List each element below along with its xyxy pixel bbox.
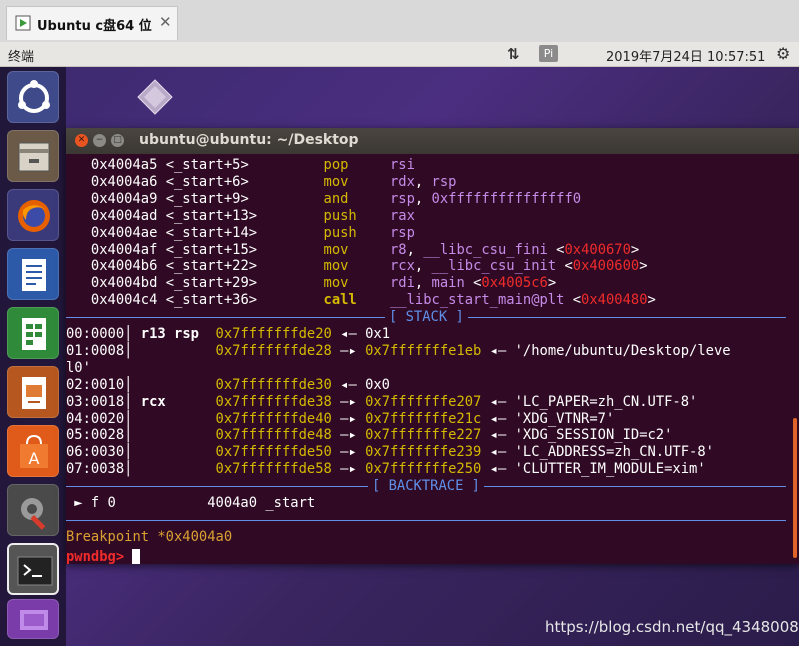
close-icon[interactable]: ✕ — [75, 134, 88, 147]
stack-line: 07:0038│ 0x7fffffffde58 —▸ 0x7fffffffe25… — [66, 461, 706, 478]
terminal-scrollbar[interactable] — [793, 418, 797, 558]
launcher-writer-button[interactable] — [7, 248, 59, 300]
firefox-icon — [18, 200, 50, 232]
disasm-line: 0x4004a6 <_start+6> mov rdx, rsp — [90, 173, 457, 190]
disasm-line: 0x4004af <_start+15> mov r8, __libc_csu_… — [90, 241, 640, 258]
settings-wrench-icon — [21, 498, 46, 530]
text-cursor — [132, 548, 141, 564]
ubuntu-icon — [18, 80, 50, 113]
workspace-icon — [20, 610, 48, 630]
stack-line: l0' — [66, 359, 91, 376]
panel-app-name: 终端 — [8, 50, 35, 65]
stack-line: 03:0018│ rcx 0x7fffffffde38 —▸ 0x7ffffff… — [66, 393, 698, 410]
terminal-icon — [17, 556, 53, 586]
stack-line: 04:0020│ 0x7fffffffde40 —▸ 0x7fffffffe21… — [66, 410, 615, 427]
launcher-settings-button[interactable] — [7, 484, 59, 536]
launcher-files-button[interactable] — [7, 130, 59, 182]
launcher-workspaces-button[interactable] — [7, 599, 59, 639]
vm-tab[interactable]: Ubuntu c盘64 位 ✕ — [6, 6, 178, 40]
presentation-icon — [22, 377, 46, 409]
stack-line: 01:0008│ 0x7fffffffde28 —▸ 0x7fffffffe1e… — [66, 342, 731, 359]
prompt-line[interactable]: pwndbg> — [66, 546, 141, 564]
stack-separator-label: [ STACK ] — [385, 309, 468, 326]
terminal-output[interactable]: 0x4004a5 <_start+5> pop rsi 0x4004a6 <_s… — [66, 154, 799, 564]
top-panel: 终端 ⇅ Pi 2019年7月24日 10:57:51 ⚙ — [0, 42, 799, 67]
writer-icon — [22, 259, 46, 291]
vm-tab-bar: Ubuntu c盘64 位 ✕ — [0, 0, 799, 43]
minimize-icon[interactable]: − — [93, 134, 106, 147]
shopping-bag-icon: A — [20, 434, 48, 468]
backtrace-end-rule — [66, 519, 786, 521]
stack-line: 05:0028│ 0x7fffffffde48 —▸ 0x7fffffffe22… — [66, 427, 673, 444]
close-icon[interactable]: ✕ — [159, 13, 172, 31]
disasm-line: 0x4004ad <_start+13> push rax — [90, 207, 415, 224]
backtrace-line: ► f 0 4004a0 _start — [66, 495, 316, 511]
vm-tab-title: Ubuntu c盘64 位 — [37, 19, 152, 34]
file-cabinet-icon — [18, 142, 50, 172]
vm-tab-icon — [15, 15, 31, 31]
spreadsheet-icon — [22, 318, 46, 350]
disasm-line: 0x4004a9 <_start+9> and rsp, 0xfffffffff… — [90, 190, 582, 207]
network-icon[interactable]: ⇅ — [507, 45, 520, 63]
disasm-line: 0x4004ae <_start+14> push rsp — [90, 224, 415, 241]
disasm-line: 0x4004b6 <_start+22> mov rcx, __libc_csu… — [90, 258, 648, 275]
input-method-indicator[interactable]: Pi — [539, 45, 558, 62]
panel-clock[interactable]: 2019年7月24日 10:57:51 — [606, 46, 765, 65]
launcher: A — [0, 67, 66, 646]
svg-text:A: A — [29, 449, 40, 468]
gear-icon[interactable]: ⚙ — [776, 44, 790, 63]
watermark-text: https://blog.csdn.net/qq_43480081 — [545, 618, 799, 636]
desktop-file-icon[interactable] — [136, 78, 174, 116]
terminal-title: ubuntu@ubuntu: ~/Desktop — [139, 132, 359, 148]
backtrace-separator-label: [ BACKTRACE ] — [368, 478, 484, 495]
launcher-ubuntu-button[interactable] — [7, 71, 59, 123]
stack-line: 06:0030│ 0x7fffffffde50 —▸ 0x7fffffffe23… — [66, 444, 714, 461]
disasm-line: 0x4004a5 <_start+5> pop rsi — [90, 157, 415, 173]
breakpoint-message: Breakpoint *0x4004a0 — [66, 528, 233, 545]
maximize-icon[interactable]: □ — [111, 134, 124, 147]
launcher-firefox-button[interactable] — [7, 189, 59, 241]
launcher-impress-button[interactable] — [7, 366, 59, 418]
stack-line: 02:0010│ 0x7fffffffde30 ◂— 0x0 — [66, 376, 390, 393]
disasm-line: 0x4004bd <_start+29> mov rdi, main <0x40… — [90, 275, 557, 292]
terminal-titlebar[interactable]: ✕ − □ ubuntu@ubuntu: ~/Desktop — [66, 128, 799, 154]
disasm-line: 0x4004c4 <_start+36> call __libc_start_m… — [90, 292, 656, 309]
terminal-window[interactable]: ✕ − □ ubuntu@ubuntu: ~/Desktop 0x4004a5 … — [66, 128, 799, 564]
launcher-calc-button[interactable] — [7, 307, 59, 359]
launcher-software-button[interactable]: A — [7, 425, 59, 477]
stack-line: 00:0000│ r13 rsp 0x7fffffffde20 ◂— 0x1 — [66, 326, 390, 342]
launcher-terminal-button[interactable] — [7, 543, 59, 595]
